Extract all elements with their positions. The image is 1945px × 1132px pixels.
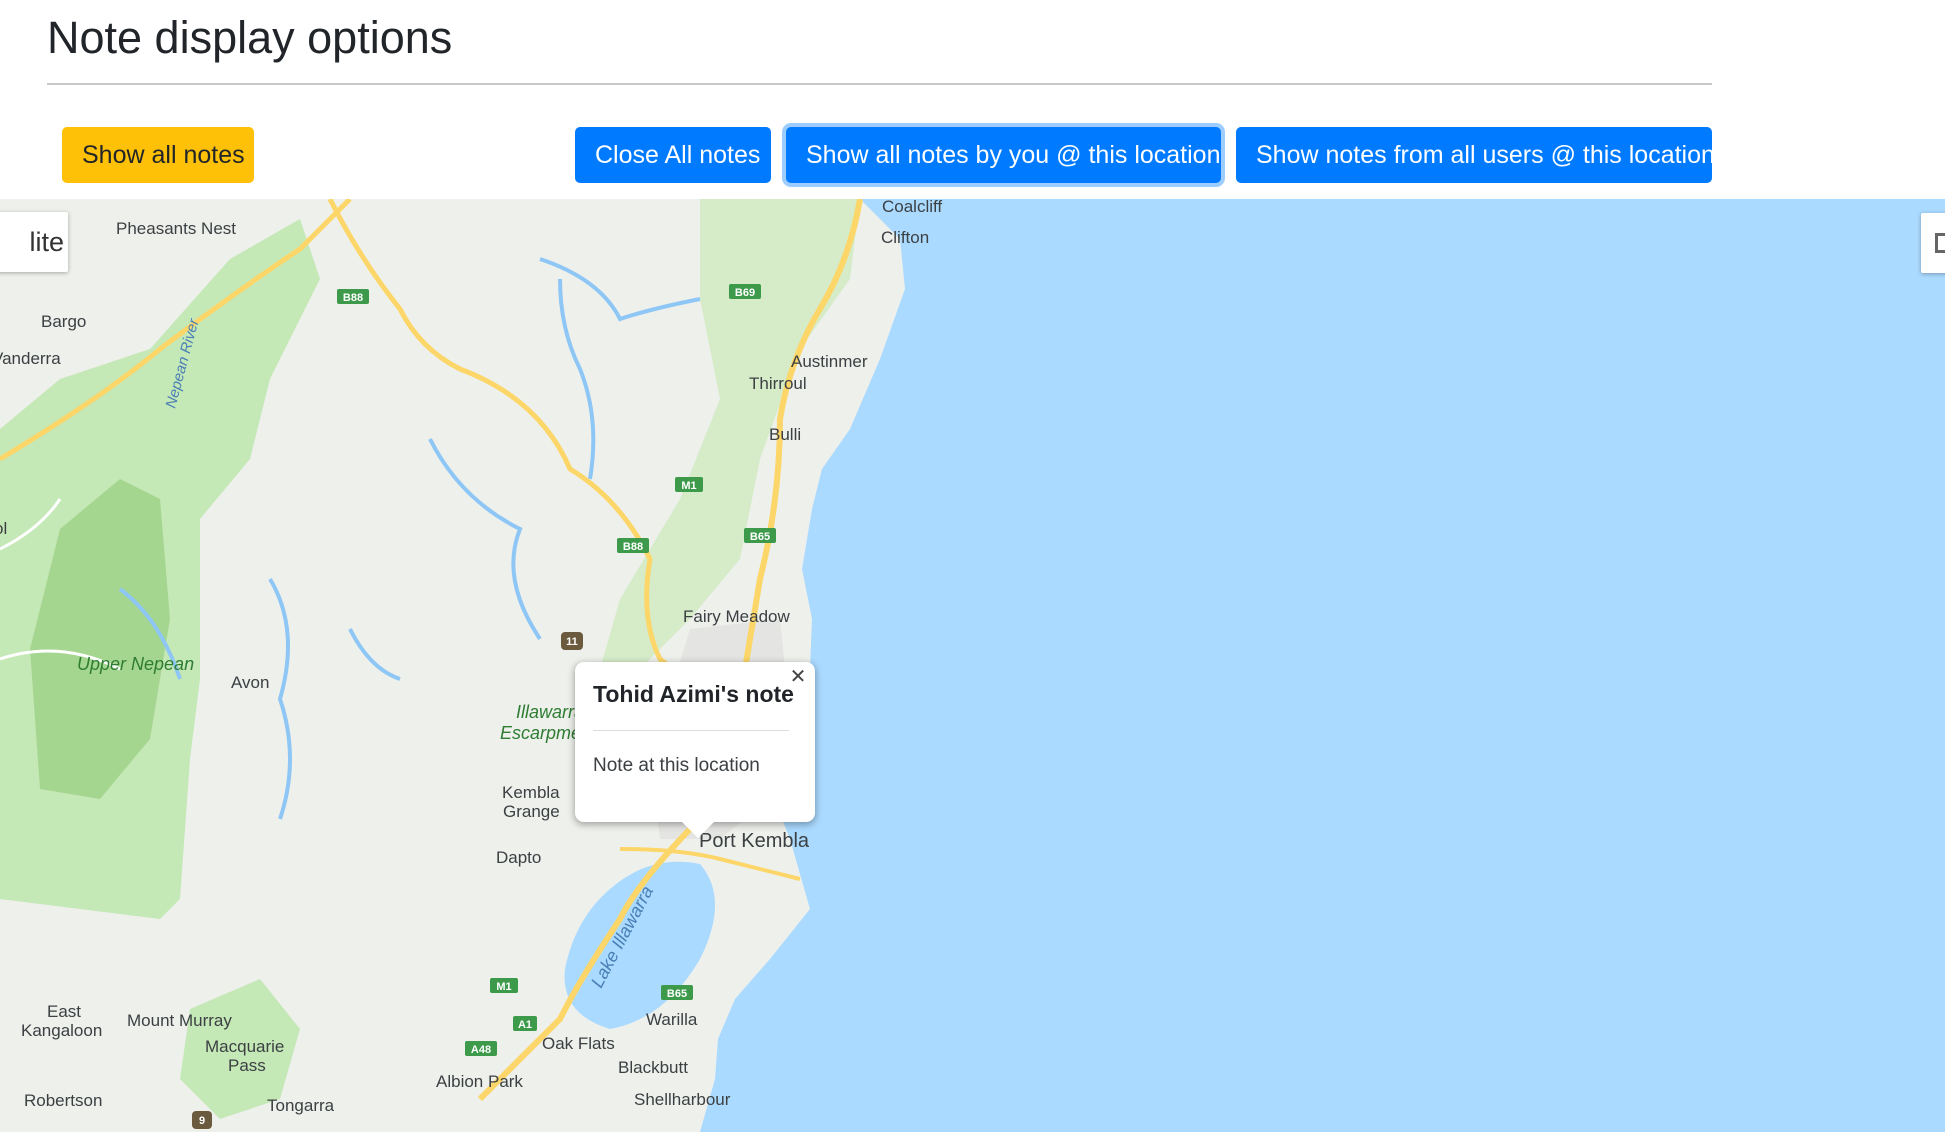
place-label: Tongarra [267, 1096, 335, 1115]
svg-text:M1: M1 [496, 981, 511, 993]
place-label: Warilla [646, 1010, 698, 1029]
place-label: Pheasants Nest [116, 219, 236, 238]
place-label: ol [0, 519, 7, 538]
place-label: Clifton [881, 228, 929, 247]
place-label: Bulli [769, 425, 801, 444]
road-shield-9: 9 [192, 1111, 212, 1129]
fullscreen-button[interactable] [1921, 213, 1945, 273]
place-label: Shellharbour [634, 1090, 731, 1109]
place-label: Oak Flats [542, 1034, 615, 1053]
svg-text:B65: B65 [750, 531, 770, 543]
place-label: Robertson [24, 1091, 102, 1110]
close-icon[interactable]: ✕ [787, 666, 809, 688]
road-shield-b65: B65 [661, 985, 693, 1000]
place-label: Fairy Meadow [683, 607, 790, 626]
road-shield-m1: M1 [675, 477, 703, 492]
page-title: Note display options [47, 12, 453, 63]
road-shield-b65: B65 [744, 528, 776, 543]
place-label: Macquarie [205, 1037, 284, 1056]
place-label: Austinmer [791, 352, 868, 371]
road-shield-m1: M1 [490, 978, 518, 993]
fullscreen-icon [1935, 233, 1945, 253]
place-label: Bargo [41, 312, 86, 331]
svg-text:B88: B88 [623, 541, 643, 553]
map-canvas: B88 B69 M1 B88 B65 11 M1 B65 A1 A48 9 Ph… [0, 199, 1945, 1132]
place-label: Kembla [502, 783, 560, 802]
place-label: Blackbutt [618, 1058, 688, 1077]
place-label: Thirroul [749, 374, 807, 393]
show-all-users-notes-button[interactable]: Show notes from all users @ this locatio… [1236, 127, 1715, 183]
svg-text:M1: M1 [681, 480, 696, 492]
note-divider [593, 730, 789, 731]
place-label: Illawarra [516, 702, 584, 722]
road-shield-b88: B88 [337, 289, 369, 304]
place-label: Upper Nepean [77, 654, 194, 674]
svg-text:9: 9 [199, 1115, 205, 1127]
road-shield-b88: B88 [617, 538, 649, 553]
svg-text:B88: B88 [343, 292, 363, 304]
svg-text:B65: B65 [667, 988, 687, 1000]
map[interactable]: B88 B69 M1 B88 B65 11 M1 B65 A1 A48 9 Ph… [0, 199, 1945, 1132]
title-divider [47, 83, 1712, 85]
place-label: Port Kembla [699, 830, 810, 852]
place-label: Vanderra [0, 349, 61, 368]
svg-text:A48: A48 [471, 1044, 491, 1056]
road-shield-b69: B69 [729, 284, 761, 299]
road-shield-a1: A1 [513, 1016, 537, 1031]
map-type-button[interactable]: lite [0, 212, 68, 272]
svg-text:A1: A1 [518, 1019, 532, 1031]
svg-text:B69: B69 [735, 287, 755, 299]
road-shield-11: 11 [561, 632, 583, 650]
svg-text:11: 11 [566, 636, 578, 648]
note-info-window: ✕ Tohid Azimi's note Note at this locati… [575, 662, 815, 838]
place-label: Coalcliff [882, 199, 942, 216]
road-shield-a48: A48 [465, 1041, 497, 1056]
place-label: Mount Murray [127, 1011, 232, 1030]
note-title: Tohid Azimi's note [593, 681, 794, 707]
show-my-notes-button[interactable]: Show all notes by you @ this location [786, 127, 1221, 183]
place-label: East [47, 1002, 81, 1021]
place-label: Dapto [496, 848, 541, 867]
note-body: Note at this location [593, 755, 760, 776]
place-label: Grange [503, 802, 560, 821]
place-label: Kangaloon [21, 1021, 102, 1040]
close-all-notes-button[interactable]: Close All notes [575, 127, 771, 183]
show-all-notes-button[interactable]: Show all notes [62, 127, 254, 183]
place-label: Pass [228, 1056, 266, 1075]
place-label: Albion Park [436, 1072, 523, 1091]
place-label: Avon [231, 673, 269, 692]
